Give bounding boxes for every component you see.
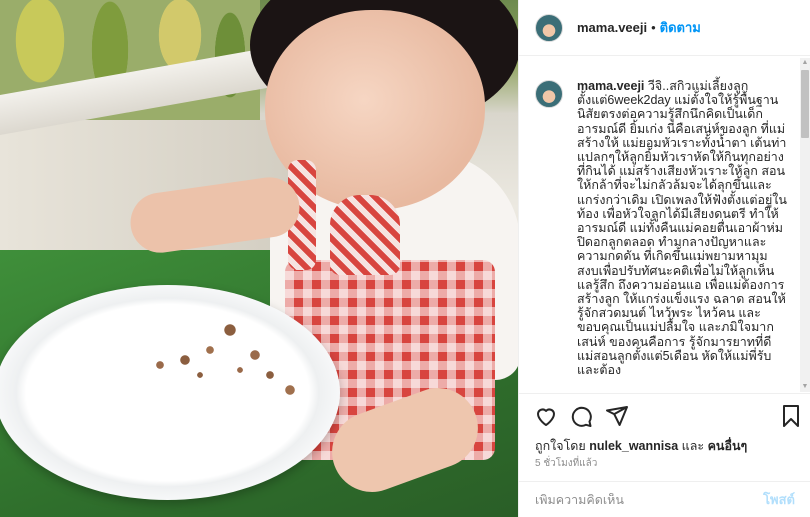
likes-summary: ถูกใจโดย nulek_wannisa และ คนอื่นๆ <box>535 436 747 456</box>
post-actions: ถูกใจโดย nulek_wannisa และ คนอื่นๆ 5 ชั่… <box>519 393 810 469</box>
caption-body: mama.veeji วีจิ..สกิวแม่เลี้ยงลูกตั้งแต่… <box>577 79 787 377</box>
heart-icon[interactable] <box>534 404 558 428</box>
post-timestamp[interactable]: 5 ชั่วโมงที่แล้ว <box>535 456 597 471</box>
comment-input[interactable] <box>535 492 764 507</box>
post-side-panel: mama.veeji • ติดตาม mama.veeji วีจิ..สกิ… <box>518 0 810 517</box>
likes-user[interactable]: nulek_wannisa <box>589 439 678 453</box>
follow-button[interactable]: ติดตาม <box>660 17 701 38</box>
caption-username[interactable]: mama.veeji <box>577 79 644 93</box>
post-header: mama.veeji • ติดตาม <box>519 0 810 56</box>
comment-bar: โพสต์ <box>519 481 810 517</box>
caption: mama.veeji วีจิ..สกิวแม่เลี้ยงลูกตั้งแต่… <box>535 79 797 377</box>
caption-avatar[interactable] <box>535 80 563 108</box>
separator-dot: • <box>651 20 656 35</box>
post-comment-button[interactable]: โพสต์ <box>763 489 795 510</box>
caption-scroll-area[interactable]: mama.veeji วีจิ..สกิวแม่เลี้ยงลูกตั้งแต่… <box>519 57 810 393</box>
share-icon[interactable] <box>605 404 629 428</box>
bookmark-icon[interactable] <box>779 404 803 428</box>
avatar[interactable] <box>535 13 563 42</box>
scrollbar-thumb[interactable] <box>801 70 809 138</box>
post-username[interactable]: mama.veeji <box>577 20 647 35</box>
action-icons <box>519 394 810 438</box>
food-crumbs <box>140 315 310 405</box>
scroll-up-arrow-icon[interactable]: ▲ <box>801 58 809 68</box>
likes-prefix: ถูกใจโดย <box>535 439 586 453</box>
caption-text: วีจิ..สกิวแม่เลี้ยงลูกตั้งแต่6week2day แ… <box>577 79 787 378</box>
comment-icon[interactable] <box>569 404 593 428</box>
post-photo[interactable] <box>0 0 518 517</box>
likes-conjunction: และ <box>681 439 705 453</box>
likes-others[interactable]: คนอื่นๆ <box>708 439 748 453</box>
scrollbar[interactable]: ▲ ▼ <box>800 58 810 392</box>
scroll-down-arrow-icon[interactable]: ▼ <box>801 382 809 392</box>
apron-bow <box>330 195 400 275</box>
